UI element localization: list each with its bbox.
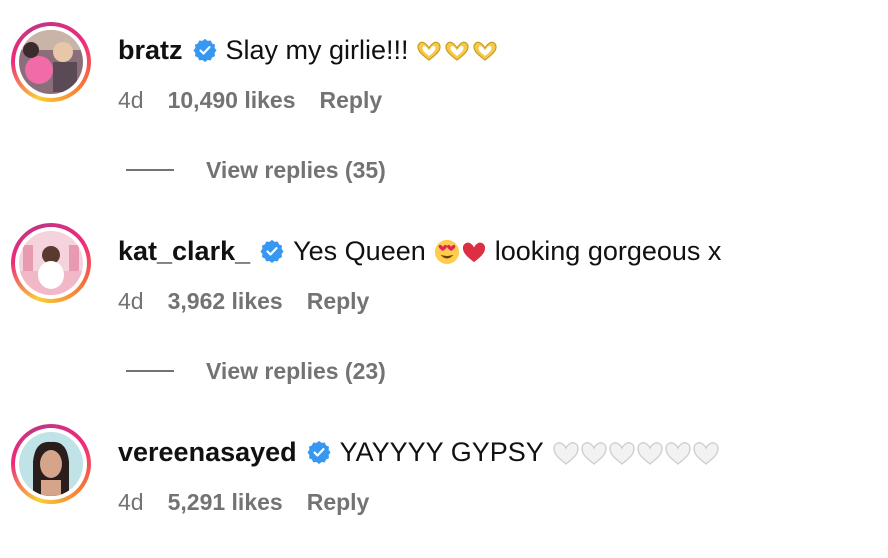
view-replies-label: View replies (23)	[206, 357, 386, 384]
username[interactable]: vereenasayed	[118, 437, 297, 468]
likes-count[interactable]: 5,291 likes	[168, 489, 283, 516]
likes-count[interactable]: 3,962 likes	[168, 288, 283, 315]
replies-divider	[126, 169, 174, 171]
reply-button[interactable]: Reply	[320, 87, 383, 114]
reply-button[interactable]: Reply	[307, 288, 370, 315]
avatar[interactable]	[19, 30, 83, 94]
story-ring[interactable]	[11, 424, 91, 504]
comment-text: Yes Queen	[293, 235, 426, 266]
comment-time: 4d	[118, 488, 144, 515]
avatar[interactable]	[19, 432, 83, 496]
comment-text: Slay my girlie!!!	[225, 34, 409, 65]
view-replies-button[interactable]: View replies (23)	[126, 356, 386, 386]
white-heart-emoji	[552, 437, 720, 468]
view-replies-label: View replies (35)	[206, 156, 386, 183]
red-heart-emoji	[461, 236, 487, 267]
username[interactable]: kat_clark_	[118, 236, 250, 267]
comment-text: YAYYYY GYPSY	[339, 436, 544, 467]
heart-hands-emoji	[415, 35, 499, 66]
verified-badge-icon	[307, 440, 331, 464]
verified-badge-icon	[193, 38, 217, 62]
comment-time: 4d	[118, 287, 144, 314]
username[interactable]: bratz	[118, 35, 183, 66]
heart-eyes-emoji	[434, 236, 460, 267]
story-ring[interactable]	[11, 22, 91, 102]
likes-count[interactable]: 10,490 likes	[168, 87, 296, 114]
reply-button[interactable]: Reply	[307, 489, 370, 516]
comment-time: 4d	[118, 86, 144, 113]
story-ring[interactable]	[11, 223, 91, 303]
replies-divider	[126, 370, 174, 372]
view-replies-button[interactable]: View replies (35)	[126, 155, 386, 185]
comment-text-continued: looking gorgeous x	[494, 235, 722, 266]
verified-badge-icon	[260, 239, 284, 263]
avatar[interactable]	[19, 231, 83, 295]
